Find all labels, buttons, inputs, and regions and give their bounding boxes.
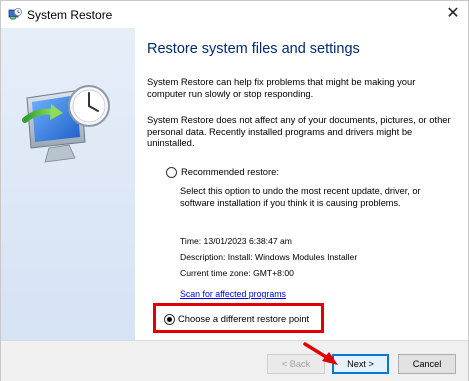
recommended-restore-label: Recommended restore: xyxy=(181,166,279,177)
choose-different-restore-point-label: Choose a different restore point xyxy=(178,313,310,324)
button-bar: < Back Next > Cancel xyxy=(1,340,468,381)
choose-different-restore-point-option[interactable]: Choose a different restore point xyxy=(153,303,324,333)
cancel-button[interactable]: Cancel xyxy=(398,354,456,374)
intro-text: System Restore can help fix problems tha… xyxy=(147,76,416,99)
data-safety-text: System Restore does not affect any of yo… xyxy=(147,114,451,148)
restore-time: Time: 13/01/2023 6:38:47 am xyxy=(180,236,292,246)
computer-clock-restore-icon xyxy=(22,85,110,163)
page-title: Restore system files and settings xyxy=(147,41,360,57)
choose-different-restore-point-radio[interactable] xyxy=(164,314,175,325)
close-icon: ✕ xyxy=(446,5,460,22)
system-restore-icon xyxy=(8,7,22,21)
recommended-restore-description: Select this option to undo the most rece… xyxy=(180,186,421,208)
scan-affected-programs-link[interactable]: Scan for affected programs xyxy=(180,289,286,299)
back-button[interactable]: < Back xyxy=(267,354,325,374)
sidebar-panel xyxy=(1,28,135,340)
title-bar: System Restore ✕ xyxy=(1,1,468,28)
content-panel: Restore system files and settings System… xyxy=(135,28,468,340)
restore-description: Description: Install: Windows Modules In… xyxy=(180,252,358,262)
recommended-restore-radio[interactable] xyxy=(166,167,177,178)
next-button[interactable]: Next > xyxy=(332,354,389,374)
window-title: System Restore xyxy=(27,8,113,22)
system-restore-window: System Restore ✕ Restore system files an… xyxy=(0,0,469,381)
restore-time-zone: Current time zone: GMT+8:00 xyxy=(180,268,294,278)
close-button[interactable]: ✕ xyxy=(438,1,468,27)
